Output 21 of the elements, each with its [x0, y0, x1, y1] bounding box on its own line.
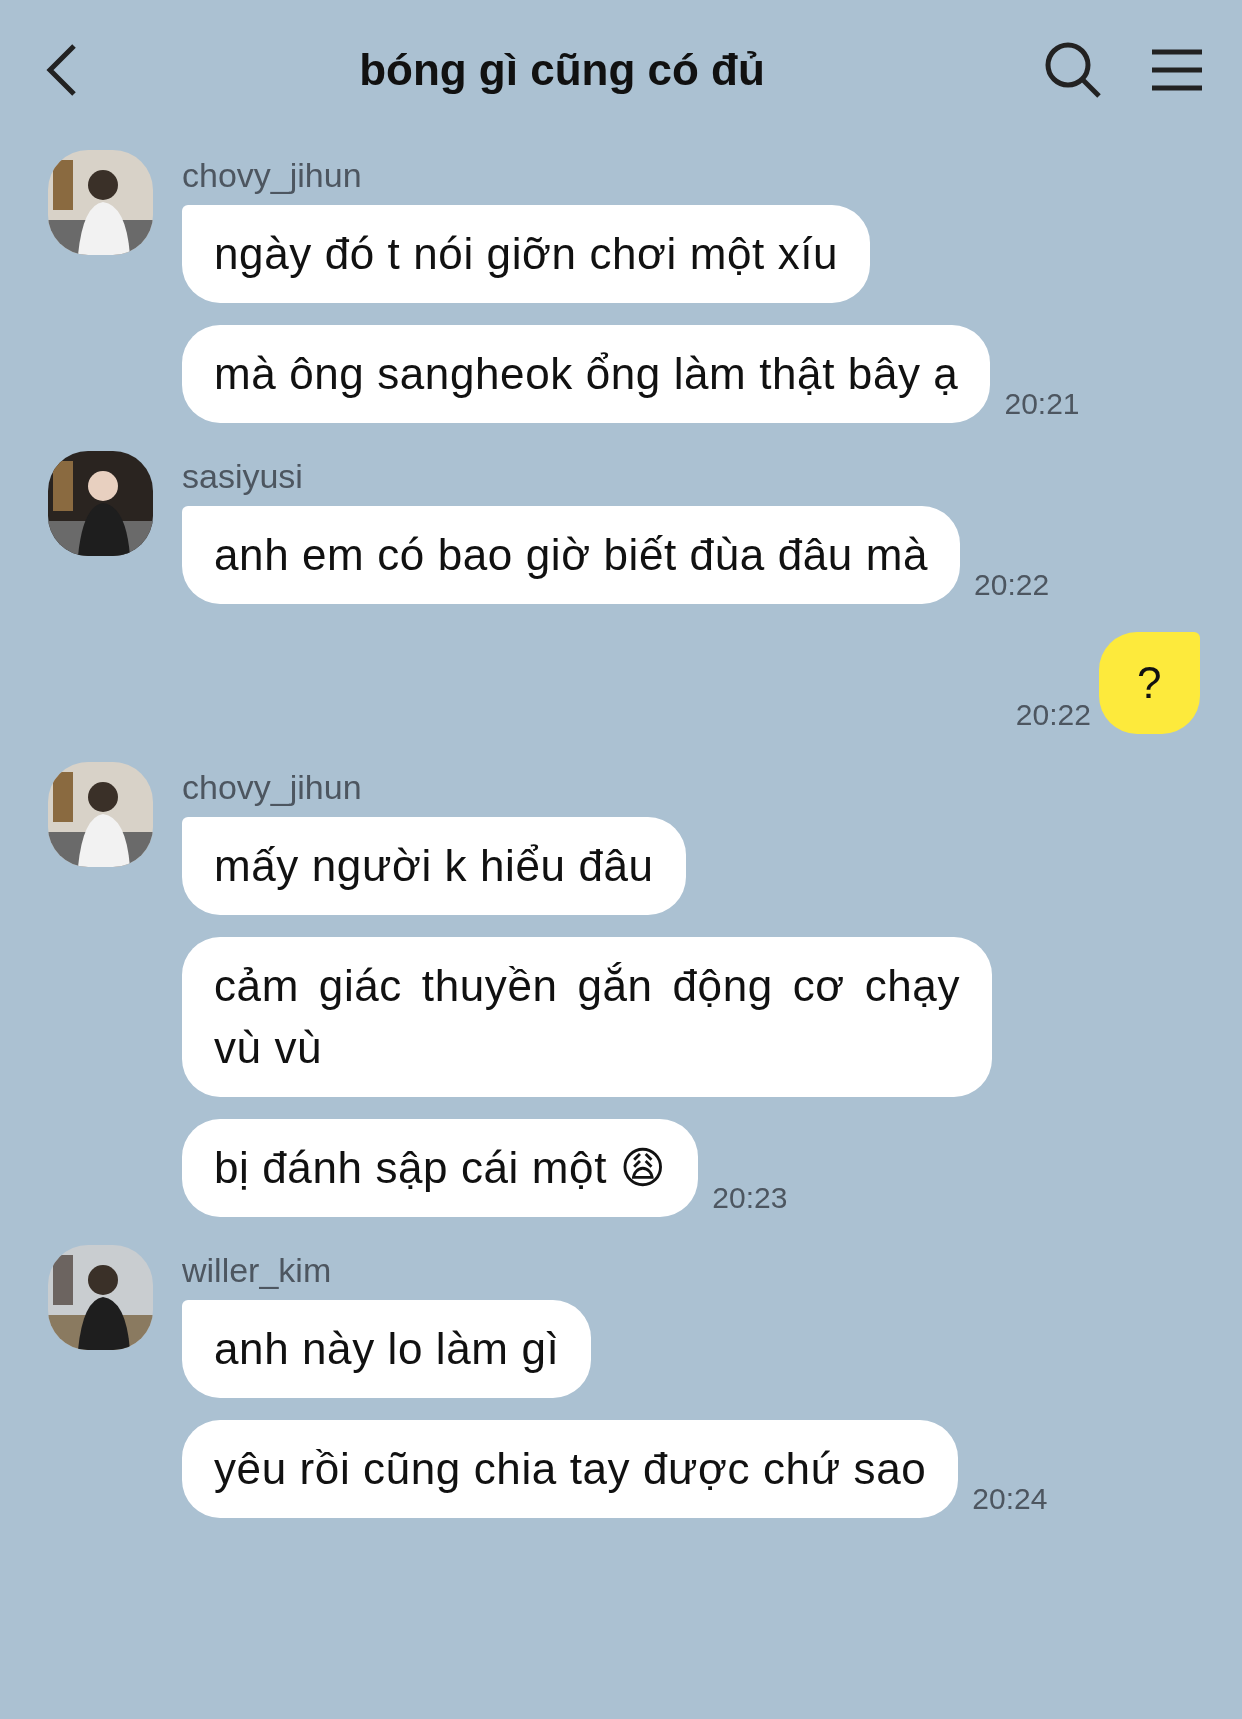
message-bubble: bị đánh sập cái một 😩: [182, 1119, 699, 1217]
message-time: 20:24: [972, 1482, 1048, 1517]
message-bubble: ?: [1098, 632, 1200, 734]
chat-title: bóng gì cũng có đủ: [358, 45, 766, 95]
message-bubble: yêu rồi cũng chia tay được chứ sao: [182, 1420, 959, 1518]
sender-name: willer_kim: [182, 1251, 333, 1290]
message-time: 20:23: [712, 1181, 788, 1216]
message-bubble: anh này lo làm gì: [182, 1300, 592, 1398]
message-time: 20:21: [1004, 387, 1080, 422]
message-time: 20:22: [1015, 698, 1091, 733]
message-bubble: mà ông sangheok ổng làm thật bây ạ: [182, 325, 991, 423]
search-icon[interactable]: [1044, 41, 1102, 99]
message-time: 20:22: [974, 568, 1050, 603]
sender-name: chovy_jihun: [182, 768, 363, 807]
menu-icon[interactable]: [1152, 49, 1202, 91]
message-bubble: anh em có bao giờ biết đùa đâu mà: [182, 506, 960, 604]
sender-name: sasiyusi: [182, 457, 304, 496]
message-bubble: cảm giác thuyền gắn động cơ chạy vù vù: [182, 937, 992, 1097]
message-bubble: ngày đó t nói giỡn chơi một xíu: [182, 205, 871, 303]
message-bubble: mấy người k hiểu đâu: [182, 817, 686, 915]
sender-name: chovy_jihun: [182, 156, 363, 195]
